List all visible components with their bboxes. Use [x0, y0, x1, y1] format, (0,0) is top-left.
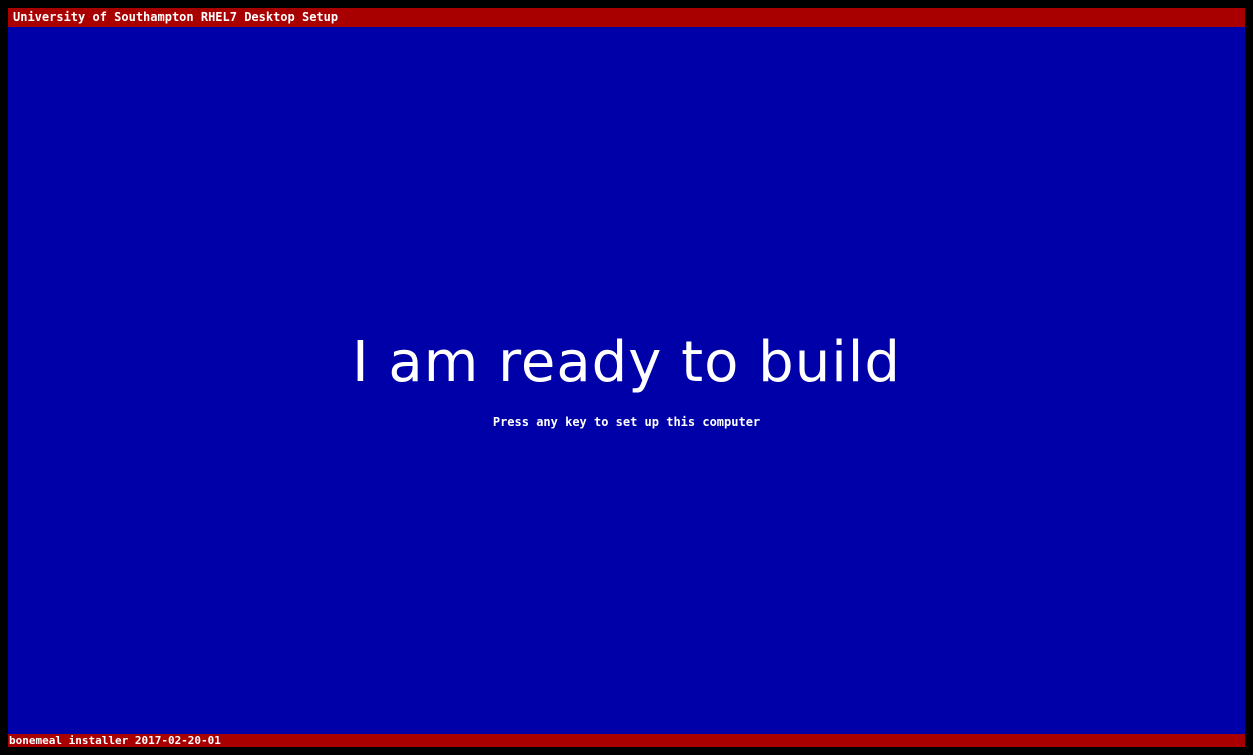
ready-headline: I am ready to build [352, 330, 901, 395]
window-title: University of Southampton RHEL7 Desktop … [13, 10, 339, 24]
installer-version: bonemeal installer 2017-02-20-01 [9, 734, 221, 747]
title-bar: University of Southampton RHEL7 Desktop … [8, 8, 1245, 27]
status-bar: bonemeal installer 2017-02-20-01 [8, 734, 1245, 747]
press-any-key-prompt: Press any key to set up this computer [492, 415, 761, 429]
installer-screen[interactable]: University of Southampton RHEL7 Desktop … [8, 8, 1245, 747]
